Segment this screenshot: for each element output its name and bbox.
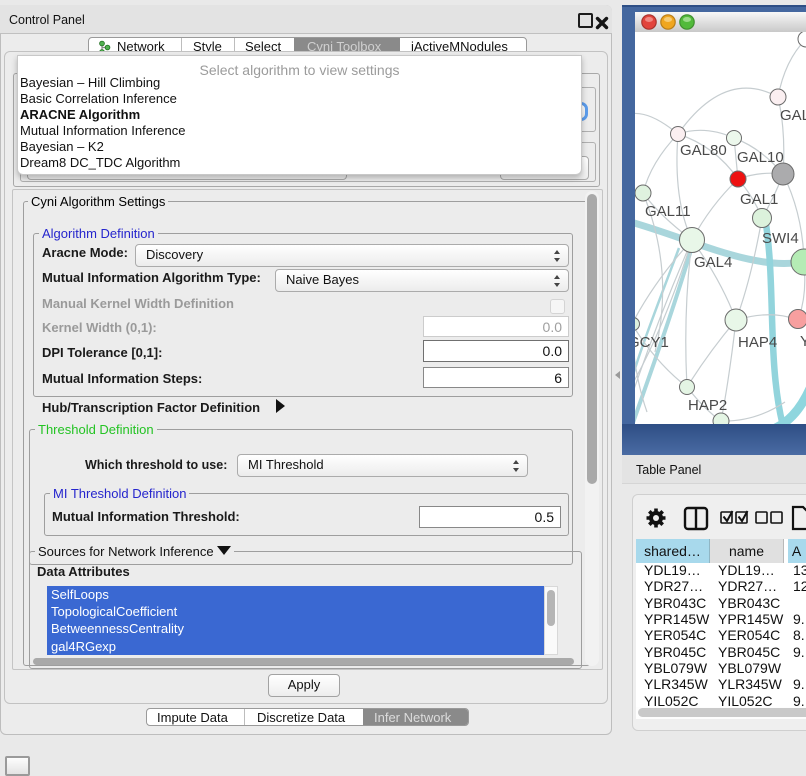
svg-text:GAL7: GAL7 xyxy=(780,107,806,124)
svg-text:HAP4: HAP4 xyxy=(738,334,777,351)
svg-text:SWI4: SWI4 xyxy=(762,230,799,247)
svg-text:GAL11: GAL11 xyxy=(645,203,691,220)
svg-text:Y: Y xyxy=(800,333,806,350)
svg-text:GAL10: GAL10 xyxy=(737,149,784,166)
svg-text:GAL80: GAL80 xyxy=(680,142,727,159)
svg-text:GAL1: GAL1 xyxy=(740,191,778,208)
svg-text:GAL4: GAL4 xyxy=(694,254,732,271)
svg-text:GCY1: GCY1 xyxy=(635,334,669,351)
svg-text:HAP2: HAP2 xyxy=(688,397,727,414)
